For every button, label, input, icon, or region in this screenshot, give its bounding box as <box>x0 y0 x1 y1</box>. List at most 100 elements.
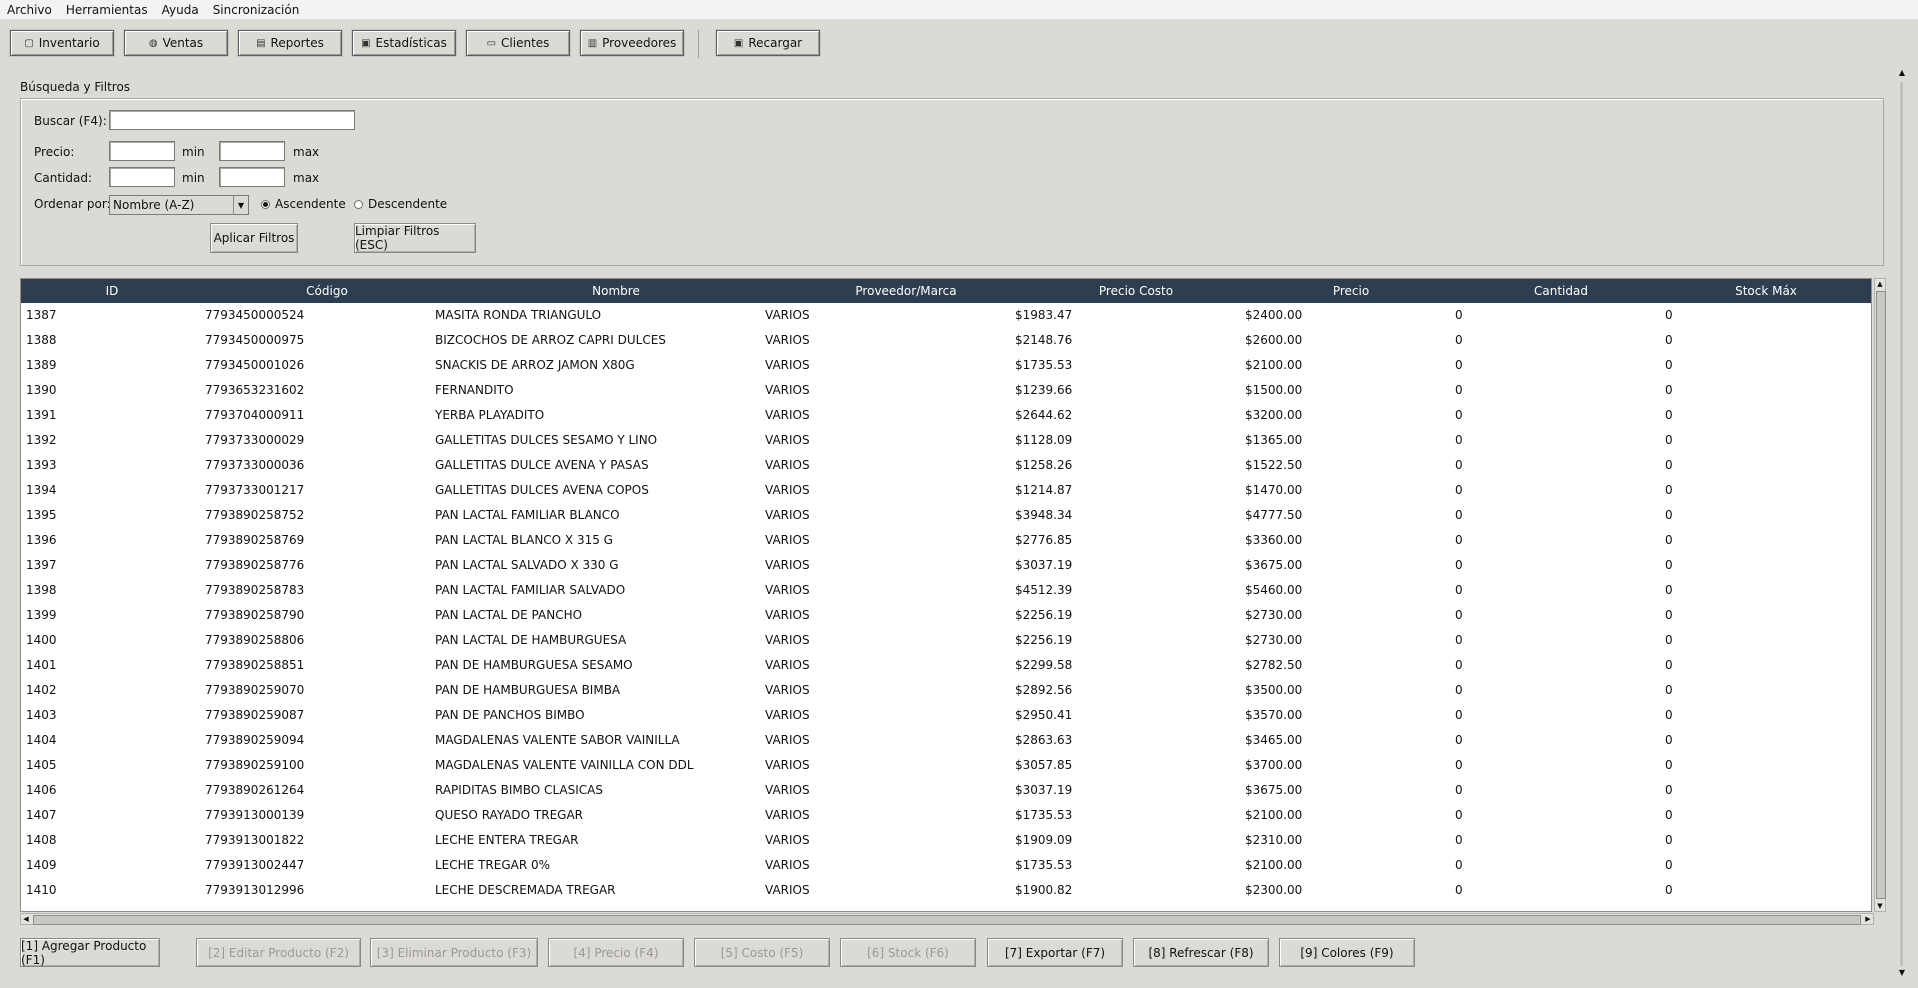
chevron-down-icon[interactable]: ▼ <box>233 196 248 214</box>
price-button[interactable]: [4] Precio (F4) <box>548 938 684 967</box>
cell-nombre: SNACKIS DE ARROZ JAMON X80G <box>435 358 635 372</box>
scroll-down-icon[interactable]: ▼ <box>1875 901 1885 911</box>
table-row[interactable]: 1407 7793913000139 QUESO RAYADO TREGAR VARI… <box>21 803 1871 828</box>
table-row[interactable]: 1393 7793733000036 GALLETITAS DULCE AVENA … <box>21 453 1871 478</box>
cell-codigo: 7793733001217 <box>205 483 305 497</box>
colors-button[interactable]: [9] Colores (F9) <box>1279 938 1415 967</box>
descending-radio[interactable]: Descendente <box>354 197 447 211</box>
column-header-cantidad[interactable]: Cantidad <box>1461 279 1661 303</box>
menu-ayuda[interactable]: Ayuda <box>162 3 199 17</box>
table-row[interactable]: 1389 7793450001026 SNACKIS DE ARROZ JAMON … <box>21 353 1871 378</box>
scroll-track[interactable] <box>1900 82 1903 966</box>
cell-precio: $2100.00 <box>1245 808 1303 822</box>
cell-precio-costo: $2256.19 <box>1015 608 1073 622</box>
cell-stock-max: 0 <box>1665 833 1673 847</box>
column-header-stock-max[interactable]: Stock Máx <box>1661 279 1871 303</box>
quantity-min-input[interactable] <box>109 167 175 187</box>
cell-nombre: LECHE TREGAR 0% <box>435 858 551 872</box>
table-row[interactable]: 1408 7793913001822 LECHE ENTERA TREGAR VARI… <box>21 828 1871 853</box>
window-vertical-scrollbar[interactable]: ▲ ▼ <box>1896 68 1908 980</box>
table-row[interactable]: 1387 7793450000524 MASITA RONDA TRIANGULO V… <box>21 303 1871 328</box>
price-min-input[interactable] <box>109 141 175 161</box>
table-horizontal-scrollbar[interactable]: ◀ ▶ <box>20 913 1874 925</box>
column-header-precio-costo[interactable]: Precio Costo <box>1031 279 1241 303</box>
clear-filters-button[interactable]: Limpiar Filtros (ESC) <box>354 223 476 253</box>
scroll-up-icon[interactable]: ▲ <box>1875 279 1885 289</box>
reload-icon: ▣ <box>733 37 744 49</box>
menu-herramientas[interactable]: Herramientas <box>66 3 148 17</box>
cell-cantidad: 0 <box>1455 783 1463 797</box>
recargar-button[interactable]: ▣ Recargar <box>716 30 820 56</box>
table-row[interactable]: 1388 7793450000975 BIZCOCHOS DE ARROZ CAPR… <box>21 328 1871 353</box>
price-max-input[interactable] <box>219 141 285 161</box>
scroll-down-icon[interactable]: ▼ <box>1896 968 1908 980</box>
cell-stock-max: 0 <box>1665 433 1673 447</box>
cell-cantidad: 0 <box>1455 533 1463 547</box>
cell-stock-max: 0 <box>1665 783 1673 797</box>
cost-button[interactable]: [5] Costo (F5) <box>694 938 830 967</box>
table-row[interactable]: 1410 7793913012996 LECHE DESCREMADA TREGAR… <box>21 878 1871 903</box>
column-header-proveedor[interactable]: Proveedor/Marca <box>781 279 1031 303</box>
table-row[interactable]: 1409 7793913002447 LECHE TREGAR 0% VARIOS $1… <box>21 853 1871 878</box>
table-row[interactable]: 1390 7793653231602 FERNANDITO VARIOS $1239.6… <box>21 378 1871 403</box>
cell-nombre: MAGDALENAS VALENTE VAINILLA CON DDL <box>435 758 694 772</box>
cell-codigo: 7793890261264 <box>205 783 305 797</box>
column-header-codigo[interactable]: Código <box>203 279 451 303</box>
menu-sincronizacion[interactable]: Sincronización <box>213 3 300 17</box>
table-row[interactable]: 1397 7793890258776 PAN LACTAL SALVADO X 33… <box>21 553 1871 578</box>
edit-product-button[interactable]: [2] Editar Producto (F2) <box>196 938 361 967</box>
menu-archivo[interactable]: Archivo <box>7 3 52 17</box>
table-row[interactable]: 1395 7793890258752 PAN LACTAL FAMILIAR BLA… <box>21 503 1871 528</box>
table-row[interactable]: 1402 7793890259070 PAN DE HAMBURGUESA BIMB… <box>21 678 1871 703</box>
estadisticas-button[interactable]: ▣ Estadísticas <box>352 30 456 56</box>
report-icon: ▤ <box>256 37 266 49</box>
cell-stock-max: 0 <box>1665 808 1673 822</box>
scroll-thumb[interactable] <box>1876 291 1886 899</box>
column-header-precio[interactable]: Precio <box>1241 279 1461 303</box>
cell-precio: $1522.50 <box>1245 458 1303 472</box>
quantity-max-input[interactable] <box>219 167 285 187</box>
table-row[interactable]: 1391 7793704000911 YERBA PLAYADITO VARIOS $2… <box>21 403 1871 428</box>
cell-stock-max: 0 <box>1665 683 1673 697</box>
scroll-thumb[interactable] <box>33 915 1861 925</box>
column-header-nombre[interactable]: Nombre <box>451 279 781 303</box>
table-row[interactable]: 1394 7793733001217 GALLETITAS DULCES AVENA… <box>21 478 1871 503</box>
inventario-button[interactable]: ▢ Inventario <box>10 30 114 56</box>
cell-nombre: PAN LACTAL SALVADO X 330 G <box>435 558 619 572</box>
refresh-button[interactable]: [8] Refrescar (F8) <box>1133 938 1269 967</box>
table-row[interactable]: 1392 7793733000029 GALLETITAS DULCES SESAM… <box>21 428 1871 453</box>
table-row[interactable]: 1403 7793890259087 PAN DE PANCHOS BIMBO VAR… <box>21 703 1871 728</box>
cell-precio-costo: $1983.47 <box>1015 308 1073 322</box>
table-row[interactable]: 1396 7793890258769 PAN LACTAL BLANCO X 315… <box>21 528 1871 553</box>
clientes-button[interactable]: ▭ Clientes <box>466 30 570 56</box>
scroll-right-icon[interactable]: ▶ <box>1863 914 1873 924</box>
table-row[interactable]: 1406 7793890261264 RAPIDITAS BIMBO CLASICA… <box>21 778 1871 803</box>
proveedores-button[interactable]: ▥ Proveedores <box>580 30 684 56</box>
cell-proveedor: VARIOS <box>765 783 810 797</box>
cell-nombre: QUESO RAYADO TREGAR <box>435 808 584 822</box>
stock-button[interactable]: [6] Stock (F6) <box>840 938 976 967</box>
delete-product-button[interactable]: [3] Eliminar Producto (F3) <box>370 938 538 967</box>
cell-stock-max: 0 <box>1665 383 1673 397</box>
column-header-id[interactable]: ID <box>21 279 203 303</box>
add-product-button[interactable]: [1] Agregar Producto (F1) <box>20 938 160 967</box>
cell-codigo: 7793913000139 <box>205 808 305 822</box>
ascending-radio[interactable]: Ascendente <box>261 197 346 211</box>
apply-filters-button[interactable]: Aplicar Filtros <box>210 223 298 253</box>
export-button[interactable]: [7] Exportar (F7) <box>987 938 1123 967</box>
scroll-up-icon[interactable]: ▲ <box>1896 68 1908 80</box>
search-input[interactable] <box>109 110 355 130</box>
table-row[interactable]: 1401 7793890258851 PAN DE HAMBURGUESA SESA… <box>21 653 1871 678</box>
cell-nombre: PAN DE HAMBURGUESA SESAMO <box>435 658 633 672</box>
table-row[interactable]: 1404 7793890259094 MAGDALENAS VALENTE SABO… <box>21 728 1871 753</box>
table-row[interactable]: 1400 7793890258806 PAN LACTAL DE HAMBURGUE… <box>21 628 1871 653</box>
order-combobox[interactable]: Nombre (A-Z) ▼ <box>109 195 249 215</box>
table-row[interactable]: 1405 7793890259100 MAGDALENAS VALENTE VAIN… <box>21 753 1871 778</box>
reportes-button[interactable]: ▤ Reportes <box>238 30 342 56</box>
ventas-button[interactable]: ◍ Ventas <box>124 30 228 56</box>
table-row[interactable]: 1399 7793890258790 PAN LACTAL DE PANCHO VAR… <box>21 603 1871 628</box>
table-vertical-scrollbar[interactable]: ▲ ▼ <box>1874 278 1886 912</box>
scroll-left-icon[interactable]: ◀ <box>21 914 31 924</box>
cell-stock-max: 0 <box>1665 658 1673 672</box>
table-row[interactable]: 1398 7793890258783 PAN LACTAL FAMILIAR SAL… <box>21 578 1871 603</box>
